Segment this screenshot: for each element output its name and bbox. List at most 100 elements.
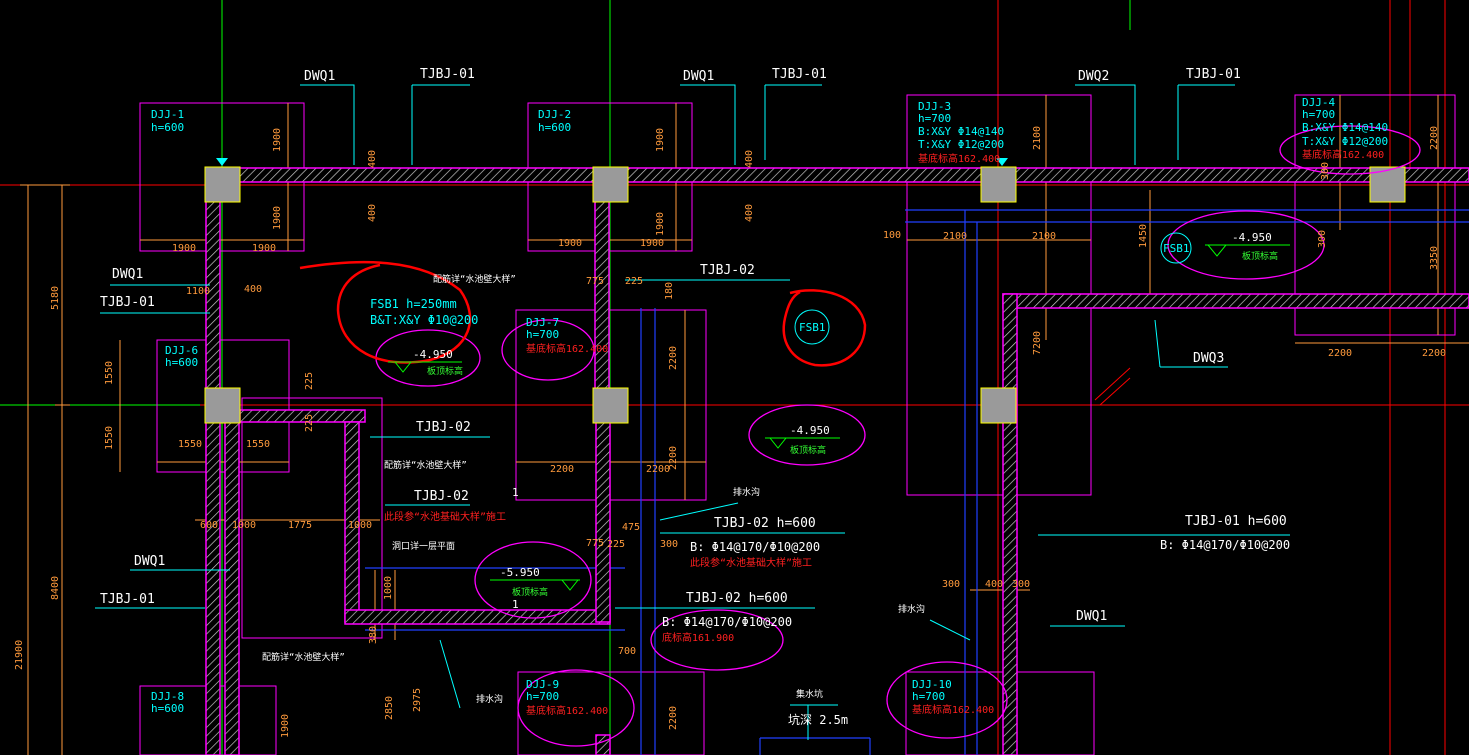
dim-775-a: 775 (586, 276, 604, 287)
dim-2100-b: 2100 (1032, 231, 1056, 242)
dim-2100-v: 2100 (1032, 126, 1043, 150)
djj9-height: h=700 (526, 690, 559, 703)
red-note-3: 底标高161.900 (662, 631, 734, 644)
dimension-texts: 1900 1900 1900 1900 1900 1900 1900 1900 … (104, 126, 1446, 738)
dim-1000-v: 1000 (383, 576, 394, 600)
djj8-height: h=600 (151, 702, 184, 715)
label-tjbj01-h600-rebar: B: Φ14@170/Φ10@200 (1160, 538, 1290, 552)
label-tjbj01-left: TJBJ-01 (100, 295, 155, 310)
dim-1100: 1100 (186, 286, 210, 297)
dim-600: 600 (200, 520, 218, 531)
elev1-label: 板顶标高 (427, 365, 463, 377)
foundation-djj-1[interactable]: DJJ-1 h=600 (151, 108, 184, 134)
dim-1900-v3: 1900 (655, 128, 666, 152)
dim-1900-d: 1900 (640, 238, 664, 249)
djj4-bottom: B:X&Y Φ14@140 (1302, 121, 1388, 134)
dim-2200-v3: 2200 (1429, 126, 1440, 150)
label-tjbj02-h600-2-rebar: B: Φ14@170/Φ10@200 (662, 615, 792, 629)
foundation-djj-8[interactable]: DJJ-8 h=600 (151, 690, 184, 715)
dim-1000-a: 1000 (348, 520, 372, 531)
label-tjbj01-low: TJBJ-01 (100, 592, 155, 607)
dim-400-v1: 400 (367, 204, 378, 222)
label-tjbj02-mid2: TJBJ-02 (414, 489, 469, 504)
red-note-1: 此段参“水池基础大样”施工 (384, 510, 506, 523)
elev3-value: -4.950 (1232, 231, 1272, 244)
label-dwq1-left: DWQ1 (112, 267, 143, 282)
djj10-height: h=700 (912, 690, 945, 703)
column-b3[interactable] (980, 387, 1017, 424)
label-drain-1: 排水沟 (733, 486, 760, 498)
dim-1900-v1: 1900 (272, 128, 283, 152)
foundation-djj-6[interactable]: DJJ-6 h=600 (165, 344, 198, 369)
djj9-elev: 基底标高162.400 (526, 704, 608, 717)
red-note-2: 此段参“水池基础大样”施工 (690, 556, 812, 569)
axis-markers (216, 158, 1008, 166)
dim-700: 700 (618, 646, 636, 657)
dim-2200-b: 2200 (646, 464, 670, 475)
dim-475: 475 (622, 522, 640, 533)
dim-100: 100 (883, 230, 901, 241)
label-tjbj02-h600-2: TJBJ-02 h=600 (686, 591, 788, 606)
dim-1450-v: 1450 (1138, 224, 1149, 248)
dim-1550-v1: 1550 (104, 361, 115, 385)
djj3-elev: 基底标高162.400 (918, 152, 1000, 165)
foundation-djj-3[interactable]: DJJ-3 h=700 B:X&Y Φ14@140 T:X&Y Φ12@200 … (918, 100, 1004, 165)
elev4-label: 板顶标高 (512, 586, 548, 598)
column-a1[interactable] (204, 166, 241, 203)
column-b2[interactable] (592, 387, 629, 424)
dim-1900-a: 1900 (172, 243, 196, 254)
dim-225-a: 225 (625, 276, 643, 287)
dim-1900-v5: 1900 (280, 714, 291, 738)
column-a3[interactable] (980, 166, 1017, 203)
dim-2200-v2: 2200 (668, 446, 679, 470)
label-dwq2: DWQ2 (1078, 69, 1109, 84)
cad-drawing-canvas[interactable]: 5180 8400 21900 FSB1 FSB1 DWQ1 TJBJ-01 D… (0, 0, 1469, 755)
foundation-djj-9[interactable]: DJJ-9 h=700 基底标高162.400 (526, 678, 608, 717)
label-tjbj02-h600: TJBJ-02 h=600 (714, 516, 816, 531)
dim-8400: 8400 (50, 576, 61, 600)
dim-900: 1000 (232, 520, 256, 531)
dim-775-b: 775 (586, 538, 604, 549)
label-tjbj01-h600: TJBJ-01 h=600 (1185, 514, 1287, 529)
foundation-djj-4[interactable]: DJJ-4 h=700 B:X&Y Φ14@140 T:X&Y Φ12@200 … (1302, 96, 1388, 161)
wall-pool-bottom (344, 609, 611, 625)
dim-1550-a: 1550 (178, 439, 202, 450)
dim-225-c: 225 (607, 539, 625, 550)
djj3-height: h=700 (918, 112, 951, 125)
elevation-marker-1: -4.950 板顶标高 (388, 348, 463, 377)
dim-3350-v: 3350 (1429, 246, 1440, 270)
foundation-djj-10[interactable]: DJJ-10 h=700 基底标高162.400 (912, 678, 994, 716)
djj2-height: h=600 (538, 121, 571, 134)
dim-7200-v: 7200 (1032, 331, 1043, 355)
elevation-marker-2: -4.950 板顶标高 (765, 424, 840, 456)
dim-2200-d: 2200 (1422, 348, 1446, 359)
djj1-name: DJJ-1 (151, 108, 184, 121)
djj4-height: h=700 (1302, 108, 1335, 121)
dim-300-b: 300 (660, 539, 678, 550)
djj6-height: h=600 (165, 356, 198, 369)
label-tjbj01-top-left: TJBJ-01 (420, 67, 475, 82)
label-tjbj01-top-mid: TJBJ-01 (772, 67, 827, 82)
dim-21900: 21900 (14, 640, 25, 670)
dim-180: 180 (664, 282, 675, 300)
dim-1550-b: 1550 (246, 439, 270, 450)
label-pool-note-2: 配筋详“水池壁大样” (384, 459, 467, 471)
fsb1-rebar: B&T:X&Y Φ10@200 (370, 313, 478, 327)
column-b1[interactable] (204, 387, 241, 424)
elev2-value: -4.950 (790, 424, 830, 437)
dim-400-v2: 400 (744, 204, 755, 222)
fsb1-title: FSB1 h=250mm (370, 297, 457, 311)
dim-300-c: 300 (942, 579, 960, 590)
label-dwq1-top-mid: DWQ1 (683, 69, 714, 84)
dim-2200-c: 2200 (1328, 348, 1352, 359)
dim-1-marker-a: 1 (512, 486, 519, 499)
label-pool-note-1: 配筋详“水池壁大样” (433, 273, 516, 285)
wall-right-vertical (1002, 293, 1018, 755)
foundation-djj-2[interactable]: DJJ-2 h=600 (538, 108, 571, 134)
dim-1900-v2: 1900 (272, 206, 283, 230)
dim-5180: 5180 (50, 286, 61, 310)
column-a2[interactable] (592, 166, 629, 203)
label-dwq1-top-left: DWQ1 (304, 69, 335, 84)
revision-clouds (375, 125, 1421, 747)
dim-2200-a: 2200 (550, 464, 574, 475)
